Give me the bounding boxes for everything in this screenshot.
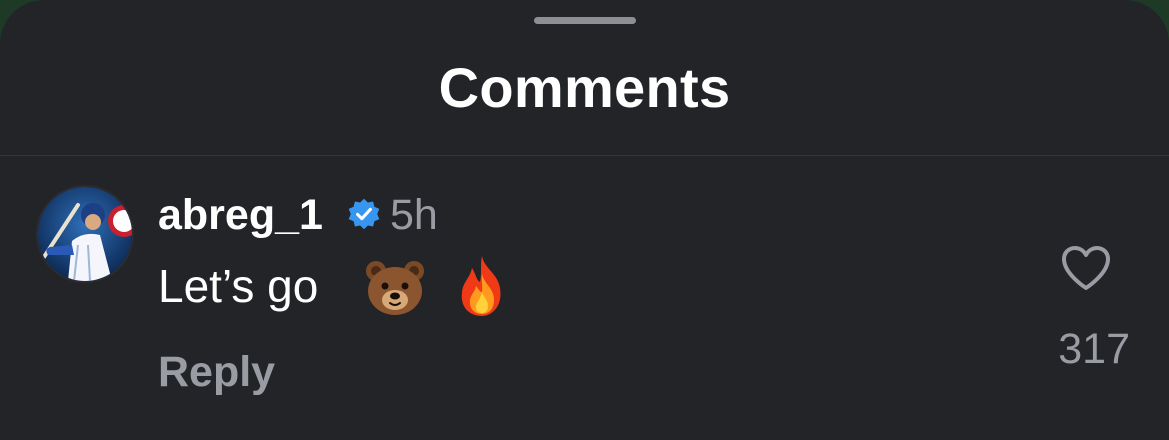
reply-button[interactable]: Reply	[158, 346, 275, 398]
comments-sheet: Comments abreg_1 5h Let’s go Reply 317	[0, 0, 1169, 440]
drag-handle[interactable]	[534, 17, 636, 24]
sheet-title: Comments	[438, 56, 731, 119]
fire-icon	[461, 256, 501, 316]
header-divider	[0, 155, 1169, 156]
comment-username[interactable]: abreg_1	[158, 190, 323, 240]
like-count: 317	[1058, 325, 1130, 373]
heart-outline-icon[interactable]	[1060, 244, 1112, 292]
verified-badge-icon	[348, 198, 380, 230]
comment-text: Let’s go	[158, 260, 319, 312]
avatar[interactable]	[36, 185, 134, 283]
comment-timestamp: 5h	[390, 191, 438, 239]
bear-face-icon	[366, 261, 424, 315]
